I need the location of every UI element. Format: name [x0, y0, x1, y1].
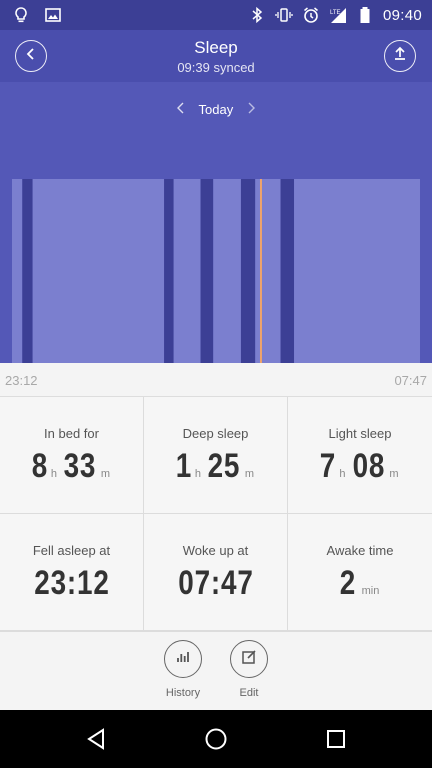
stat-hours: 7: [320, 447, 337, 485]
stat-minutes-unit: m: [244, 468, 255, 480]
history-label: History: [165, 687, 201, 699]
image-icon: [44, 6, 62, 24]
bluetooth-icon: [248, 6, 266, 24]
stat-minutes: 25: [207, 447, 241, 485]
status-bar: LTE 09:40: [0, 0, 432, 30]
nav-home-button[interactable]: [202, 725, 230, 753]
home-circle-icon: [205, 728, 227, 750]
date-label: Today: [198, 102, 234, 117]
stat-minutes-unit: min: [361, 585, 380, 597]
edit-button[interactable]: Edit: [219, 640, 279, 699]
back-triangle-icon: [87, 728, 104, 750]
timeline-range: 23:12 07:47: [0, 363, 432, 397]
sleep-segment-deep: [164, 179, 174, 363]
stat-value: 07:47: [144, 564, 287, 603]
stat-hours-unit: h: [194, 468, 202, 480]
sleep-segment-deep: [22, 179, 33, 363]
sleep-timeline-chart: [12, 179, 420, 363]
stat-value: 2 min: [288, 564, 432, 603]
sleep-segment-deep: [200, 179, 214, 363]
alarm-icon: [302, 6, 320, 24]
stat-hours: 8: [31, 447, 49, 485]
nav-recents-button[interactable]: [322, 725, 350, 753]
stat-awake-time: Awake time 2 min: [288, 514, 432, 631]
sync-status: 09:39 synced: [177, 60, 255, 75]
page-title: Sleep: [194, 38, 238, 57]
stat-woke-up: Woke up at 07:47: [144, 514, 288, 631]
bar-chart-icon: [175, 649, 191, 670]
history-button[interactable]: History: [153, 640, 213, 699]
stat-hours-unit: h: [339, 468, 346, 480]
stat-time: 23:12: [33, 564, 110, 602]
stat-time: 07:47: [177, 564, 254, 602]
stat-label: Awake time: [326, 543, 394, 558]
stat-fell-asleep: Fell asleep at 23:12: [0, 514, 144, 631]
stat-value: 7 h 08 m: [288, 447, 432, 486]
stat-deep-sleep: Deep sleep 1 h 25 m: [144, 397, 288, 514]
status-time: 09:40: [382, 6, 422, 24]
stat-value: 23:12: [0, 564, 143, 603]
stat-minutes: 08: [352, 447, 385, 485]
share-button[interactable]: [384, 40, 416, 72]
stat-label: Deep sleep: [182, 426, 249, 441]
stat-light-sleep: Light sleep 7 h 08 m: [288, 397, 432, 514]
sleep-segment-deep: [280, 179, 295, 363]
stat-value: 8 h 33 m: [0, 447, 143, 486]
battery-icon: [356, 6, 374, 24]
edit-icon: [241, 649, 257, 670]
next-day-button[interactable]: [247, 102, 255, 117]
sleep-segment-light: [173, 179, 201, 363]
vibrate-icon: [275, 6, 293, 24]
stat-hours: 1: [175, 447, 193, 485]
stat-label: Fell asleep at: [32, 543, 111, 558]
stat-minutes-unit: m: [100, 468, 111, 480]
sleep-chart-area: Today: [0, 82, 432, 363]
sleep-segment-light: [294, 179, 420, 363]
date-navigator: Today: [0, 102, 432, 117]
stat-label: Light sleep: [328, 426, 392, 441]
stat-in-bed: In bed for 8 h 33 m: [0, 397, 144, 514]
sleep-stats-grid: In bed for 8 h 33 m Deep sleep 1 h 25 m …: [0, 397, 432, 631]
edit-ring[interactable]: [230, 640, 268, 678]
app-header: Sleep 09:39 synced: [0, 30, 432, 82]
stat-minutes: 33: [63, 447, 97, 485]
stat-minutes: 2: [339, 564, 356, 602]
prev-day-button[interactable]: [177, 102, 185, 117]
chevron-right-icon: [248, 102, 255, 114]
sleep-segment-light: [32, 179, 165, 363]
timeline-start-label: 23:12: [5, 373, 38, 388]
stat-minutes-unit: m: [389, 468, 399, 480]
action-bar: History Edit: [0, 631, 432, 710]
recents-square-icon: [327, 730, 345, 748]
system-nav-bar: [0, 710, 432, 768]
nav-back-button[interactable]: [82, 725, 110, 753]
sleep-segment-light: [255, 179, 281, 363]
timeline-end-label: 07:47: [394, 373, 427, 388]
lte-signal-icon: LTE: [329, 6, 347, 24]
stat-label: In bed for: [44, 426, 99, 441]
lightbulb-icon: [12, 6, 30, 24]
edit-label: Edit: [239, 687, 259, 699]
stat-value: 1 h 25 m: [144, 447, 287, 486]
sleep-segment-light: [213, 179, 241, 363]
awake-marker: [259, 179, 262, 363]
sleep-segment-deep: [240, 179, 256, 363]
history-ring[interactable]: [164, 640, 202, 678]
sleep-segment-light: [12, 179, 23, 363]
stat-hours-unit: h: [50, 468, 58, 480]
svg-text:LTE: LTE: [330, 10, 341, 16]
chevron-left-icon: [177, 102, 184, 114]
upload-icon: [392, 46, 408, 67]
stat-label: Woke up at: [182, 543, 249, 558]
